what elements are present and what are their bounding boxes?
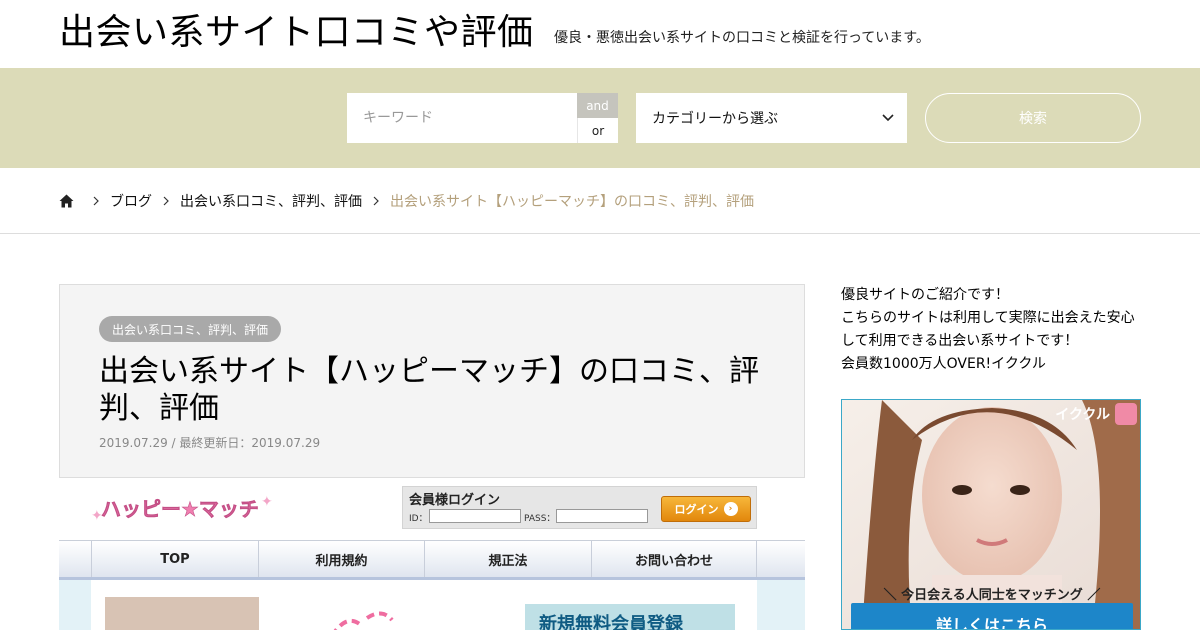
nav-item-contact: お問い合わせ: [591, 541, 757, 577]
breadcrumb-item-category[interactable]: 出会い系口コミ、評判、評価: [180, 191, 362, 211]
chevron-right-icon: [370, 195, 382, 207]
search-bar: and or カテゴリーから選ぶ 検索: [0, 68, 1200, 168]
ikukuru-app-icon: [1115, 403, 1137, 425]
login-box: 会員様ログイン ID： PASS： ログイン ›: [402, 486, 757, 529]
nav-item-terms: 利用規約: [258, 541, 424, 577]
chevron-right-icon: [160, 195, 172, 207]
sidebar-line: 優良サイトのご紹介です！: [841, 287, 1009, 303]
login-title: 会員様ログイン: [409, 493, 501, 508]
category-select[interactable]: カテゴリーから選ぶ: [636, 93, 907, 143]
chevron-right-icon: [90, 195, 102, 207]
or-option[interactable]: or: [577, 118, 618, 143]
login-button-label: ログイン: [674, 503, 719, 516]
sidebar-intro: 優良サイトのご紹介です！ こちらのサイトは利用して実際に出会えた安心 して利用で…: [841, 284, 1146, 376]
home-icon[interactable]: [59, 194, 74, 208]
id-field: [429, 509, 521, 523]
site-description: 優良・悪徳出会い系サイトの口コミと検証を行っています。: [554, 30, 930, 46]
article-header: 出会い系口コミ、評判、評価 出会い系サイト【ハッピーマッチ】の口コミ、評判、評価…: [59, 284, 805, 478]
sidebar-ad-banner[interactable]: イククル ＼ 今日会える人同士をマッチング ／ 詳しくはこちら: [841, 399, 1141, 630]
category-select-label: カテゴリーから選ぶ: [652, 111, 778, 127]
pass-label: PASS：: [524, 514, 556, 524]
and-or-toggle: and or: [577, 93, 618, 143]
and-option[interactable]: and: [577, 93, 618, 118]
chevron-down-icon: [882, 114, 894, 122]
sidebar-line: こちらのサイトは利用して実際に出会えた安心: [841, 310, 1135, 326]
site-header: 出会い系サイト口コミや評価 優良・悪徳出会い系サイトの口コミと検証を行っています…: [0, 0, 1200, 68]
featured-image-body: 新規無料会員登録: [59, 580, 805, 630]
article-title: 出会い系サイト【ハッピーマッチ】の口コミ、評判、評価: [99, 354, 759, 426]
nav-item-regulation: 規正法: [424, 541, 591, 577]
featured-image-header: ハッピー★マッチ ✦ ✦ 会員様ログイン ID： PASS： ログイン ›: [59, 478, 805, 540]
breadcrumb-current: 出会い系サイト【ハッピーマッチ】の口コミ、評判、評価: [390, 194, 754, 210]
heart-decoration: [333, 611, 394, 630]
login-button: ログイン ›: [661, 496, 751, 522]
id-label: ID：: [409, 514, 428, 524]
sidebar-line: して利用できる出会い系サイトです！: [841, 333, 1079, 349]
photo: [105, 597, 259, 630]
category-badge[interactable]: 出会い系口コミ、評判、評価: [99, 316, 282, 342]
svg-text:ハッピー★マッチ: ハッピー★マッチ: [101, 497, 259, 521]
sidebar-line: 会員数1000万人OVER!イククル: [841, 356, 1046, 372]
breadcrumb: ブログ 出会い系口コミ、評判、評価 出会い系サイト【ハッピーマッチ】の口コミ、評…: [59, 190, 754, 212]
svg-text:✦: ✦: [91, 508, 103, 524]
search-button[interactable]: 検索: [925, 93, 1141, 143]
pass-field: [556, 509, 648, 523]
featured-image: ハッピー★マッチ ✦ ✦ 会員様ログイン ID： PASS： ログイン › TO…: [59, 478, 805, 630]
ad-cta-button[interactable]: 詳しくはこちら: [851, 603, 1133, 629]
ad-tagline: ＼ 今日会える人同士をマッチング ／: [883, 588, 1101, 603]
nav-item-top: TOP: [91, 541, 258, 577]
site-title[interactable]: 出会い系サイト口コミや評価: [59, 10, 534, 56]
divider: [0, 233, 1200, 234]
svg-text:✦: ✦: [261, 494, 273, 510]
arrow-right-icon: ›: [723, 502, 738, 516]
keyword-input[interactable]: [347, 93, 577, 143]
article-date: 2019.07.29 / 最終更新日：2019.07.29: [99, 436, 321, 450]
ad-brand: イククル: [1055, 407, 1110, 423]
breadcrumb-item-blog[interactable]: ブログ: [110, 191, 152, 211]
happy-match-logo: ハッピー★マッチ ✦ ✦: [91, 494, 273, 524]
signup-banner: 新規無料会員登録: [525, 604, 735, 630]
featured-image-nav: TOP 利用規約 規正法 お問い合わせ: [59, 540, 805, 580]
